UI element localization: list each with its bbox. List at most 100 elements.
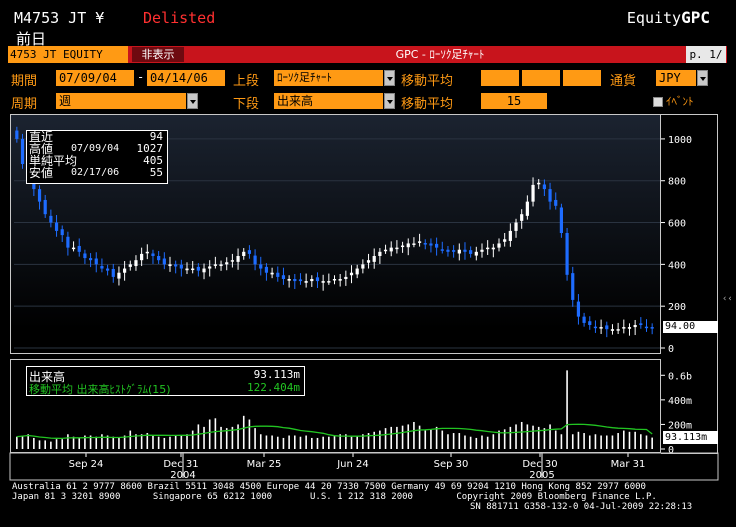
candle-body (105, 268, 110, 271)
candle-body (321, 281, 325, 283)
candle-body (242, 251, 246, 256)
candle-body (605, 325, 609, 330)
candle-body (43, 199, 47, 215)
candle-body (315, 277, 320, 282)
candle-body (157, 256, 161, 261)
price-tick-label: 0 (668, 344, 674, 355)
candle-body (179, 264, 183, 269)
candle-body (219, 264, 223, 267)
candle-body (497, 243, 501, 248)
info-date: 02/17/06 (71, 167, 120, 178)
candle-body (554, 199, 558, 206)
candle-body (128, 264, 132, 267)
candle-body (123, 268, 127, 273)
volume-tick-label: 0 (668, 445, 674, 456)
candle-body (259, 264, 263, 269)
candle-body (145, 251, 149, 254)
volume-tick-label: 200m (668, 420, 692, 431)
year-label: 2005 (529, 470, 554, 481)
footer: Australia 61 2 9777 8600 Brazil 5511 304… (0, 481, 736, 527)
candle-body (71, 247, 76, 250)
last-price-tag: 94.00 (663, 321, 718, 333)
candle-body (15, 130, 19, 139)
candle-body (60, 229, 64, 236)
info-value: 55 (149, 166, 163, 179)
candle-body (610, 329, 615, 331)
candle-body (593, 326, 598, 329)
x-tick-label: Sep 30 (434, 459, 469, 470)
candle-body (196, 266, 200, 271)
candle-body (293, 279, 297, 282)
last-volume-tag: 93.113m (663, 431, 718, 444)
candle-body (270, 272, 274, 275)
candle-body (111, 268, 115, 277)
candle-body (627, 327, 632, 329)
candle-body (168, 264, 172, 267)
candle-body (230, 260, 234, 262)
candle-body (332, 279, 337, 281)
info-row-low: 安値 02/17/06 55 (27, 166, 167, 180)
candle-body (514, 222, 518, 231)
candle-body (378, 251, 382, 256)
x-tick-label: Dec 31 (163, 459, 198, 470)
candle-body (389, 247, 393, 252)
candle-body (400, 245, 405, 248)
x-tick-label: Jun 24 (336, 459, 369, 470)
candle-body (537, 182, 541, 185)
candle-body (503, 239, 507, 242)
candle-body (457, 249, 461, 254)
price-tick-label: 1000 (668, 135, 692, 146)
price-info-box: 直近 94 高値 07/09/04 1027 単純平均 405 安値 02/17/06 55 (26, 130, 168, 184)
candle-body (576, 301, 581, 317)
candle-body (276, 272, 280, 277)
price-tick-label: 400 (668, 260, 686, 271)
chart-canvas: 1000 800 600 400 200 0 0.6b 400m 200m 0 Sep 24 De… (9, 126, 719, 481)
candle-body (117, 272, 121, 279)
scroll-handle-icon[interactable]: ‹‹ (722, 294, 733, 304)
candle-body (452, 250, 456, 252)
candle-body (88, 258, 93, 261)
candle-body (491, 247, 495, 250)
candle-body (236, 256, 240, 262)
candle-body (588, 321, 592, 325)
candle-body (565, 233, 569, 275)
candle-body (559, 207, 564, 233)
footer-line-2: Japan 81 3 3201 8900 Singapore 65 6212 1… (12, 492, 657, 502)
candle-body (20, 138, 25, 164)
volume-legend: 出来高 93.113m 移動平均 出来高ﾋｽﾄｸﾞﾗﾑ(15) 122.404m (26, 366, 305, 396)
candle-body (435, 243, 439, 248)
candle-body (66, 236, 70, 248)
price-tick-label: 600 (668, 219, 686, 230)
candle-body (361, 264, 365, 269)
candle-body (571, 273, 575, 300)
candle-body (225, 262, 229, 265)
x-tick-label: Sep 24 (69, 459, 104, 470)
candle-body (372, 256, 376, 262)
candle-body (644, 326, 649, 329)
candle-body (616, 329, 620, 331)
volume-ma-line (16, 423, 653, 440)
candle-body (548, 189, 552, 202)
candle-body (622, 327, 626, 329)
footer-line-1: Australia 61 2 9777 8600 Brazil 5511 304… (12, 482, 646, 492)
candle-body (310, 279, 314, 282)
candle-body (650, 327, 654, 329)
candle-body (134, 260, 138, 267)
candle-body (469, 250, 473, 254)
candle-body (77, 245, 81, 252)
candle-body (486, 247, 490, 250)
candle-body (151, 253, 155, 256)
candle-body (633, 325, 637, 328)
candle-body (480, 249, 484, 252)
candle-body (383, 249, 388, 252)
x-axis-ticks: Sep 24 Dec 31 Mar 25 Jun 24 Sep 30 Dec 30 Mar … (9, 452, 719, 481)
candle-body (542, 184, 546, 190)
candle-body (338, 279, 342, 281)
x-tick-label: Dec 30 (522, 459, 557, 470)
candle-body (94, 258, 98, 265)
candle-body (185, 268, 189, 271)
info-date: 07/09/04 (71, 143, 120, 154)
candle-body (327, 281, 331, 283)
candle-body (582, 316, 586, 323)
candle-body (162, 258, 166, 265)
